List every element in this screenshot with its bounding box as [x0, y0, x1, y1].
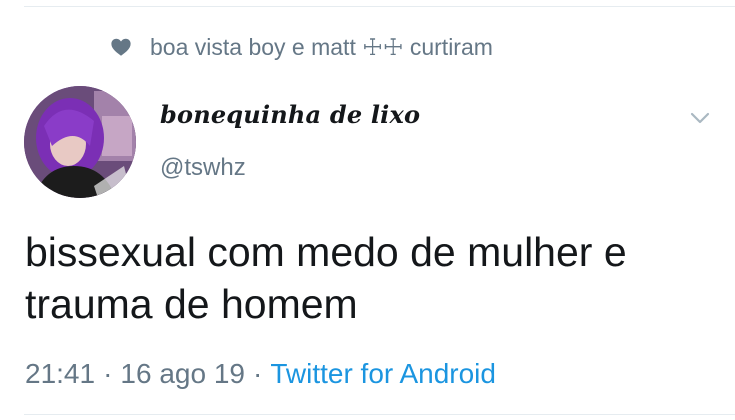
tweet-text-line: bissexual com medo de mulher e	[25, 229, 627, 275]
social-context-text: boa vista boy e matt ☩☩ curtiram	[150, 33, 493, 60]
separator: ·	[103, 358, 113, 389]
tweet-text: bissexual com medo de mulher e trauma de…	[25, 226, 715, 330]
bottom-divider	[24, 414, 735, 415]
display-name[interactable]: bonequinha de lixo	[160, 100, 420, 129]
social-context[interactable]: boa vista boy e matt ☩☩ curtiram	[110, 28, 493, 66]
separator: ·	[252, 358, 263, 389]
tweet-date[interactable]: 16 ago 19	[120, 358, 245, 390]
avatar[interactable]	[24, 86, 136, 198]
user-handle[interactable]: @tswhz	[160, 154, 246, 182]
chevron-down-icon[interactable]	[688, 106, 712, 130]
top-divider	[24, 6, 735, 7]
heart-icon	[110, 36, 132, 58]
tweet-time[interactable]: 21:41	[25, 358, 95, 390]
tweet-text-line: trauma de homem	[25, 281, 358, 327]
tweet-source-link[interactable]: Twitter for Android	[270, 358, 496, 390]
tweet-meta: 21:41 · 16 ago 19 · Twitter for Android	[25, 353, 496, 395]
